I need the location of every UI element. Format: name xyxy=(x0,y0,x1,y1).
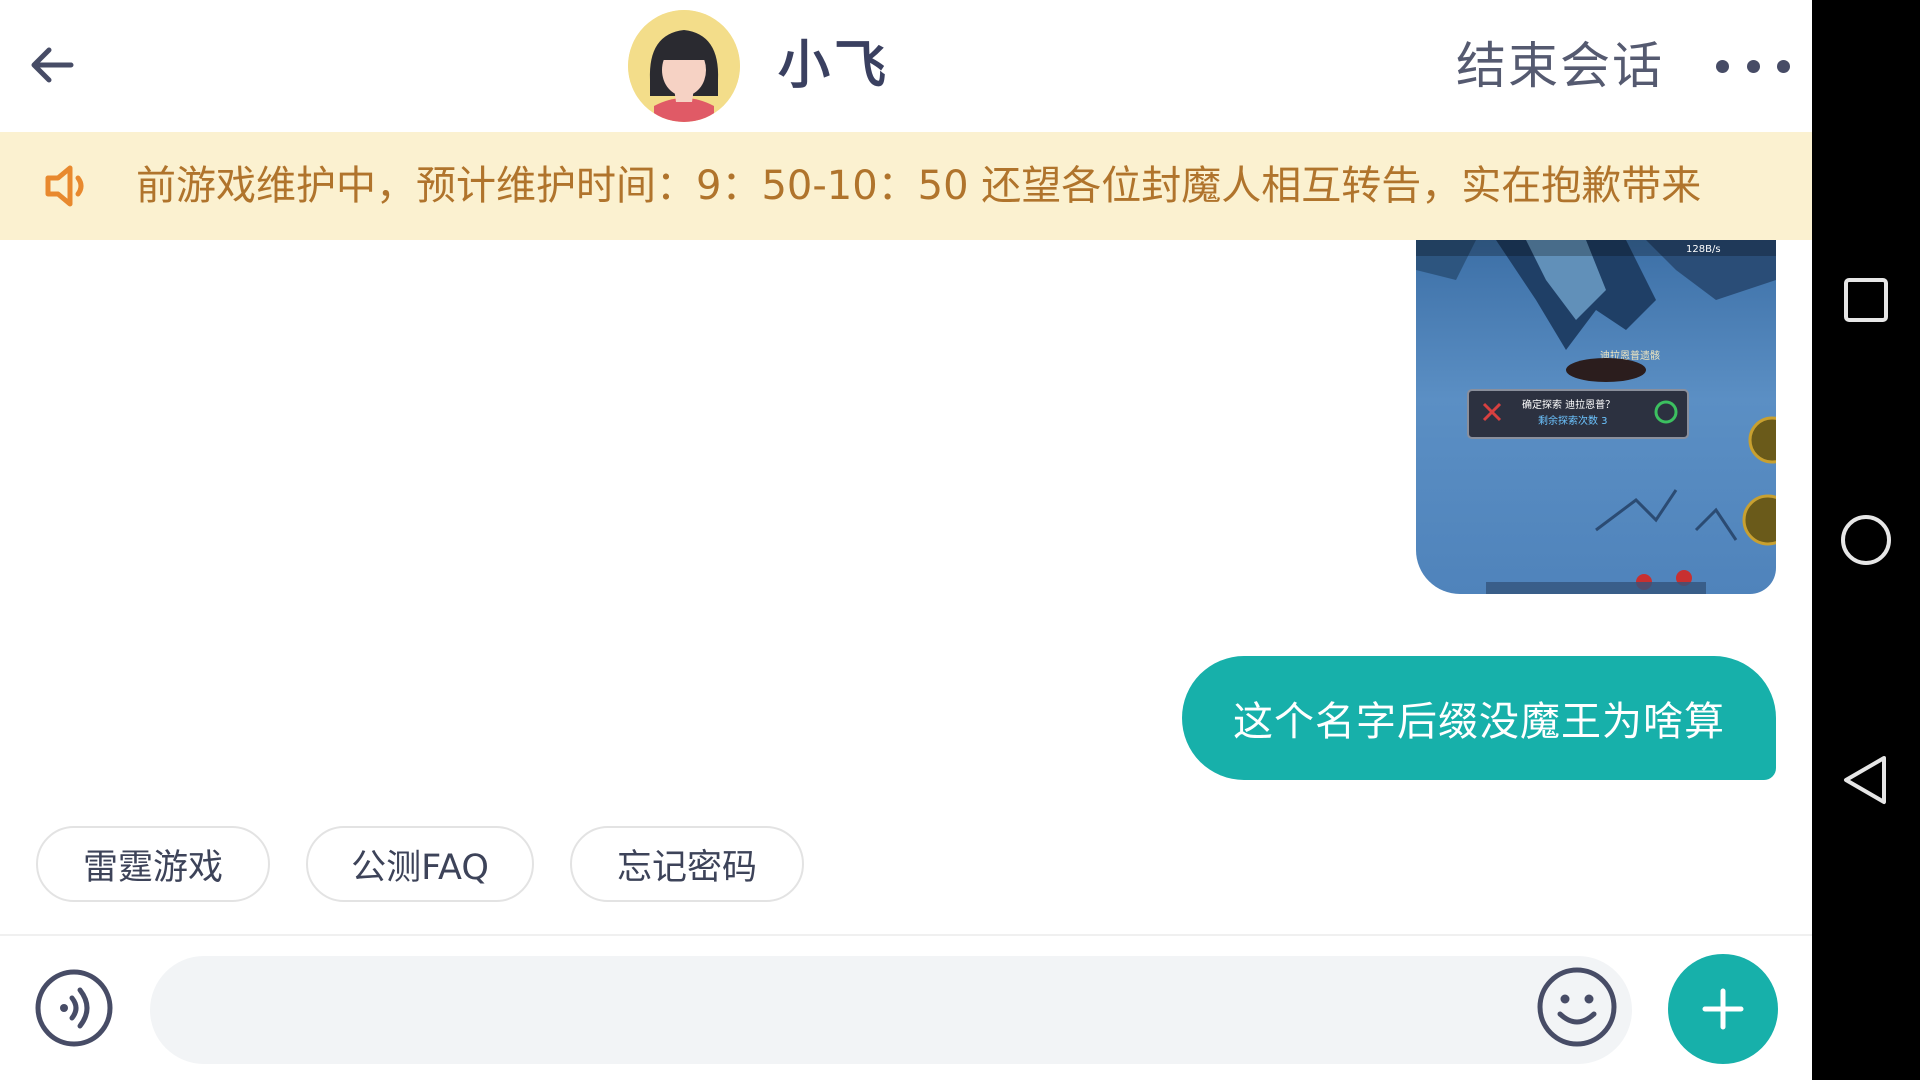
arrow-left-icon xyxy=(31,47,74,83)
back-button[interactable] xyxy=(22,32,82,98)
dialog-line-2: 剩余探索次数 3 xyxy=(1538,414,1608,427)
triangle-back-icon xyxy=(1844,756,1886,804)
more-actions-button[interactable] xyxy=(1668,954,1778,1064)
notice-text: 前游戏维护中，预计维护时间：9：50-10：50 还望各位封魔人相互转告，实在抱… xyxy=(136,163,1702,209)
end-session-button[interactable]: 结束会话 xyxy=(1456,30,1664,102)
emoji-icon[interactable] xyxy=(1536,966,1618,1048)
home-button[interactable] xyxy=(1812,480,1920,600)
plus-icon xyxy=(1702,988,1744,1030)
voice-input-icon[interactable] xyxy=(34,968,114,1048)
system-back-button[interactable] xyxy=(1812,720,1920,840)
status-speed-label: 128B/s xyxy=(1686,244,1721,255)
quick-reply-bar: 雷霆游戏 公测FAQ 忘记密码 xyxy=(0,826,1812,906)
quick-reply-chip[interactable]: 公测FAQ xyxy=(306,826,534,902)
more-options-button[interactable] xyxy=(1716,46,1790,86)
speaker-icon xyxy=(45,165,84,207)
page-title: 小飞 xyxy=(778,36,891,96)
input-bar xyxy=(0,934,1812,1080)
game-screenshot-image: 128B/s 迪拉恩普遗骸 确定探索 迪拉恩普？ 剩余探索次数 3 xyxy=(1416,240,1776,594)
dialog-line-1: 确定探索 迪拉恩普？ xyxy=(1522,398,1615,411)
text-message-bubble[interactable]: 这个名字后缀没魔王为啥算 xyxy=(1182,656,1776,780)
avatar[interactable] xyxy=(628,10,740,122)
more-dots-icon xyxy=(1716,59,1729,73)
recent-apps-button[interactable] xyxy=(1812,240,1920,360)
circle-icon xyxy=(1841,515,1891,565)
more-dots-icon xyxy=(1746,59,1760,73)
system-nav-bar xyxy=(1812,0,1920,1080)
notice-marquee: 前游戏维护中，预计维护时间：9：50-10：50 还望各位封魔人相互转告，实在抱… xyxy=(136,132,1746,240)
quick-reply-chip[interactable]: 雷霆游戏 xyxy=(36,826,270,902)
header: 小飞 结束会话 xyxy=(0,0,1812,132)
more-dots-icon xyxy=(1777,59,1790,73)
message-list[interactable]: 128B/s 迪拉恩普遗骸 确定探索 迪拉恩普？ 剩余探索次数 3 这个名字后缀… xyxy=(0,240,1812,820)
square-icon xyxy=(1844,278,1888,322)
quick-reply-chip[interactable]: 忘记密码 xyxy=(570,826,804,902)
notice-banner[interactable]: 前游戏维护中，预计维护时间：9：50-10：50 还望各位封魔人相互转告，实在抱… xyxy=(0,132,1812,240)
agent-avatar-icon xyxy=(628,10,740,122)
chat-screen: 小飞 结束会话 前游戏维护中，预计维护时间：9：50-10：50 还望各位封魔人… xyxy=(0,0,1920,1080)
message-input[interactable] xyxy=(150,956,1632,1064)
image-message[interactable]: 128B/s 迪拉恩普遗骸 确定探索 迪拉恩普？ 剩余探索次数 3 xyxy=(1416,240,1776,594)
